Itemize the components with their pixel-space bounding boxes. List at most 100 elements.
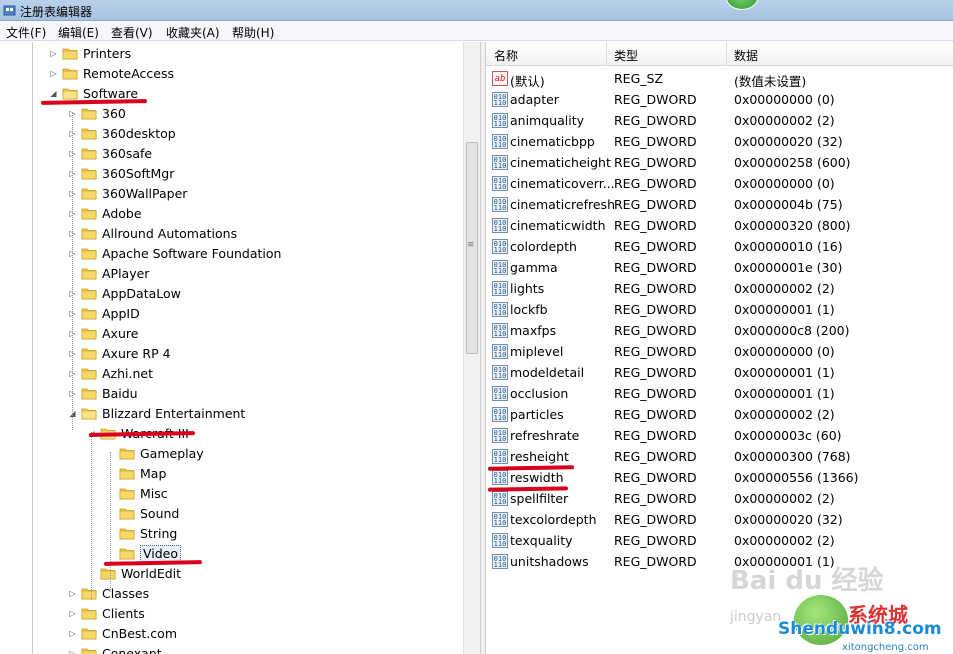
tree-item-label[interactable]: Gameplay <box>140 446 204 461</box>
tree-item-azhi-net[interactable]: ▷ Azhi.net <box>0 364 462 384</box>
list-row[interactable]: 010 110 resheight REG_DWORD 0x00000300 (768) <box>486 446 953 467</box>
tree-item-appid[interactable]: ▷ AppID <box>0 304 462 324</box>
list-row[interactable]: 010 110 spellfilter REG_DWORD 0x00000002 (2) <box>486 488 953 509</box>
menu-edit[interactable]: 编辑(E) <box>58 24 99 41</box>
tree-item-classes[interactable]: ▷ Classes <box>0 584 462 604</box>
tree-item-appdatalow[interactable]: ▷ AppDataLow <box>0 284 462 304</box>
tree-item-label[interactable]: 360SoftMgr <box>102 166 174 181</box>
tree-item-label[interactable]: Allround Automations <box>102 226 237 241</box>
expand-arrow-icon[interactable]: ▷ <box>49 49 58 58</box>
tree-item-conexant[interactable]: ▷ Conexant <box>0 644 462 654</box>
expand-arrow-icon[interactable]: ▷ <box>68 609 77 618</box>
tree-item-label[interactable]: Conexant <box>102 646 162 654</box>
list-row[interactable]: 010 110 miplevel REG_DWORD 0x00000000 (0) <box>486 341 953 362</box>
list-row[interactable]: 010 110 adapter REG_DWORD 0x00000000 (0) <box>486 89 953 110</box>
tree-item-axure-rp-4[interactable]: ▷ Axure RP 4 <box>0 344 462 364</box>
tree-item-sound[interactable]: Sound <box>0 504 462 524</box>
column-separator[interactable] <box>726 42 727 66</box>
tree-item-label[interactable]: Baidu <box>102 386 138 401</box>
tree-item-label[interactable]: RemoteAccess <box>83 66 174 81</box>
list-row[interactable]: 010 110 particles REG_DWORD 0x00000002 (2) <box>486 404 953 425</box>
menu-help[interactable]: 帮助(H) <box>232 24 274 41</box>
list-row[interactable]: 010 110 refreshrate REG_DWORD 0x0000003c (60… <box>486 425 953 446</box>
list-row[interactable]: 010 110 cinematicrefresh REG_DWORD 0x0000004… <box>486 194 953 215</box>
tree-item-warcraft-iii[interactable]: ◢ Warcraft III <box>0 424 462 444</box>
list-row[interactable]: 010 110 cinematicheight REG_DWORD 0x00000258… <box>486 152 953 173</box>
tree-item-label[interactable]: APlayer <box>102 266 149 281</box>
list-row[interactable]: 010 110 lockfb REG_DWORD 0x00000001 (1) <box>486 299 953 320</box>
tree-item-label[interactable]: Apache Software Foundation <box>102 246 281 261</box>
tree-item-baidu[interactable]: ▷ Baidu <box>0 384 462 404</box>
expand-arrow-icon[interactable]: ▷ <box>68 649 77 654</box>
expand-arrow-icon[interactable]: ▷ <box>68 629 77 638</box>
tree-item-map[interactable]: Map <box>0 464 462 484</box>
tree-item-axure[interactable]: ▷ Axure <box>0 324 462 344</box>
list-row[interactable]: ab (默认) REG_SZ (数值未设置) <box>486 68 953 89</box>
tree-item-360desktop[interactable]: ▷ 360desktop <box>0 124 462 144</box>
list-row[interactable]: 010 110 occlusion REG_DWORD 0x00000001 (1) <box>486 383 953 404</box>
tree-item-adobe[interactable]: ▷ Adobe <box>0 204 462 224</box>
tree-item-label[interactable]: String <box>140 526 177 541</box>
tree-item-misc[interactable]: Misc <box>0 484 462 504</box>
list-row[interactable]: 010 110 lights REG_DWORD 0x00000002 (2) <box>486 278 953 299</box>
tree-item-cnbest-com[interactable]: ▷ CnBest.com <box>0 624 462 644</box>
tree-item-label[interactable]: Adobe <box>102 206 142 221</box>
tree-vertical-scrollbar[interactable]: ≡ <box>463 42 480 654</box>
tree-item-allround-automations[interactable]: ▷ Allround Automations <box>0 224 462 244</box>
tree-item-printers[interactable]: ▷ Printers <box>0 44 462 64</box>
list-row[interactable]: 010 110 gamma REG_DWORD 0x0000001e (30) <box>486 257 953 278</box>
tree-item-aplayer[interactable]: APlayer <box>0 264 462 284</box>
tree-item-label[interactable]: Printers <box>83 46 131 61</box>
tree-item-360safe[interactable]: ▷ 360safe <box>0 144 462 164</box>
expand-arrow-icon[interactable]: ▷ <box>68 589 77 598</box>
list-row[interactable]: 010 110 texcolordepth REG_DWORD 0x00000020 (… <box>486 509 953 530</box>
list-row[interactable]: 010 110 cinematicwidth REG_DWORD 0x00000320 … <box>486 215 953 236</box>
tree-item-label[interactable]: 360safe <box>102 146 152 161</box>
tree-item-gameplay[interactable]: Gameplay <box>0 444 462 464</box>
tree-item-label[interactable]: Axure RP 4 <box>102 346 171 361</box>
tree-item-label[interactable]: Sound <box>140 506 179 521</box>
registry-values-list[interactable]: 名称 类型 数据 ab (默认) REG_SZ (数值未设置) 010 110 adapte… <box>486 42 953 654</box>
tree-item-remoteaccess[interactable]: ▷ RemoteAccess <box>0 64 462 84</box>
tree-item-label[interactable]: 360WallPaper <box>102 186 187 201</box>
tree-item-string[interactable]: String <box>0 524 462 544</box>
tree-item-label[interactable]: Axure <box>102 326 138 341</box>
tree-item-label[interactable]: AppDataLow <box>102 286 181 301</box>
tree-item-label[interactable]: Clients <box>102 606 145 621</box>
list-row[interactable]: 010 110 reswidth REG_DWORD 0x00000556 (1366) <box>486 467 953 488</box>
tree-item-label[interactable]: Azhi.net <box>102 366 153 381</box>
tree-item-label[interactable]: 360 <box>102 106 126 121</box>
tree-item-blizzard-entertainment[interactable]: ◢ Blizzard Entertainment <box>0 404 462 424</box>
list-row[interactable]: 010 110 cinematicbpp REG_DWORD 0x00000020 (3… <box>486 131 953 152</box>
tree-item-label[interactable]: 360desktop <box>102 126 176 141</box>
list-row[interactable]: 010 110 modeldetail REG_DWORD 0x00000001 (1) <box>486 362 953 383</box>
tree-item-360wallpaper[interactable]: ▷ 360WallPaper <box>0 184 462 204</box>
tree-item-clients[interactable]: ▷ Clients <box>0 604 462 624</box>
tree-item-label[interactable]: CnBest.com <box>102 626 177 641</box>
list-row[interactable]: 010 110 animquality REG_DWORD 0x00000002 (2) <box>486 110 953 131</box>
tree-item-label[interactable]: AppID <box>102 306 140 321</box>
tree-item-video[interactable]: Video <box>0 544 462 564</box>
list-row[interactable]: 010 110 maxfps REG_DWORD 0x000000c8 (200) <box>486 320 953 341</box>
column-separator[interactable] <box>606 42 607 66</box>
tree-item-360[interactable]: ▷ 360 <box>0 104 462 124</box>
tree-item-worldedit[interactable]: WorldEdit <box>0 564 462 584</box>
tree-item-360softmgr[interactable]: ▷ 360SoftMgr <box>0 164 462 184</box>
registry-key-tree[interactable]: ▷ Printers ▷ RemoteAccess ◢ Software ▷ 360 ▷… <box>0 42 482 654</box>
expand-arrow-icon[interactable]: ▷ <box>49 69 58 78</box>
column-header-name[interactable]: 名称 <box>494 47 518 64</box>
tree-item-label[interactable]: Video <box>140 545 182 562</box>
column-header-type[interactable]: 类型 <box>614 47 638 64</box>
menu-favorites[interactable]: 收藏夹(A) <box>166 24 220 41</box>
column-header-data[interactable]: 数据 <box>734 47 758 64</box>
tree-item-label[interactable]: WorldEdit <box>121 566 181 581</box>
tree-item-label[interactable]: Map <box>140 466 166 481</box>
tree-item-label[interactable]: Blizzard Entertainment <box>102 406 245 421</box>
collapse-arrow-icon[interactable]: ◢ <box>49 89 58 98</box>
list-row[interactable]: 010 110 colordepth REG_DWORD 0x00000010 (16) <box>486 236 953 257</box>
list-row[interactable]: 010 110 unitshadows REG_DWORD 0x00000001 (1) <box>486 551 953 572</box>
menu-view[interactable]: 查看(V) <box>111 24 153 41</box>
tree-item-label[interactable]: Misc <box>140 486 168 501</box>
menu-file[interactable]: 文件(F) <box>6 24 46 41</box>
list-row[interactable]: 010 110 cinematicoverr... REG_DWORD 0x000000… <box>486 173 953 194</box>
